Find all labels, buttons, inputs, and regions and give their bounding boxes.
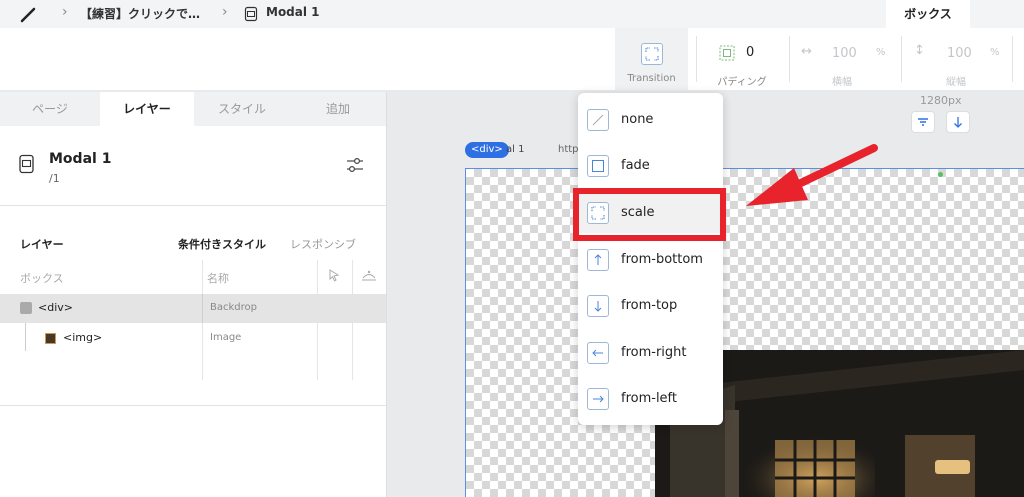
- transition-label: Transition: [627, 73, 676, 84]
- column-divider: [202, 294, 203, 323]
- height-arrows-icon: ↕: [914, 43, 925, 58]
- arrow-left-icon: [587, 342, 609, 364]
- arrow-down-icon: [587, 295, 609, 317]
- div-badge[interactable]: <div>: [465, 142, 509, 158]
- tab-box[interactable]: ボックス: [886, 0, 970, 28]
- modal-icon: [244, 6, 258, 22]
- tab-page[interactable]: ページ: [0, 92, 100, 126]
- layers-title: レイヤー: [20, 238, 64, 251]
- arrow-up-icon: [587, 249, 609, 271]
- chevron-right-icon: ›: [222, 4, 228, 20]
- toolbar-divider: [901, 36, 902, 82]
- component-path: /1: [49, 172, 60, 185]
- tab-style[interactable]: スタイル: [194, 92, 290, 126]
- option-fade[interactable]: fade: [621, 158, 650, 173]
- layer-name: Backdrop: [210, 302, 257, 313]
- column-box: ボックス: [20, 272, 64, 285]
- pen-icon[interactable]: [20, 7, 38, 23]
- tab-layer[interactable]: レイヤー: [100, 92, 194, 126]
- toolbar-divider: [1012, 36, 1013, 82]
- fade-icon: [587, 155, 609, 177]
- option-none[interactable]: none: [621, 112, 653, 127]
- none-icon: [587, 109, 609, 131]
- layer-name: Image: [210, 332, 242, 343]
- tab-add[interactable]: 追加: [290, 92, 386, 126]
- height-value[interactable]: 100: [947, 46, 972, 61]
- option-from-left[interactable]: from-left: [621, 391, 677, 406]
- scale-icon: [641, 43, 663, 65]
- option-from-top[interactable]: from-top: [621, 298, 677, 313]
- property-toolbar: [0, 28, 1024, 90]
- chevron-right-icon: ›: [62, 4, 68, 20]
- option-from-bottom[interactable]: from-bottom: [621, 252, 703, 267]
- toolbar-divider: [789, 36, 790, 82]
- breadcrumb-item-page[interactable]: 【練習】クリックで…: [80, 5, 200, 22]
- settings-sliders-icon[interactable]: [345, 156, 365, 174]
- align-icon: [918, 118, 928, 126]
- tree-line: [25, 323, 26, 351]
- width-value[interactable]: 100: [832, 46, 857, 61]
- arrow-right-icon: [587, 388, 609, 410]
- conditional-style-tab[interactable]: 条件付きスタイル: [178, 236, 266, 252]
- box-thumbnail-icon: [20, 302, 32, 314]
- component-name: Modal 1: [49, 151, 112, 167]
- width-arrows-icon: ↔: [801, 44, 812, 59]
- toolbar-divider: [696, 36, 697, 82]
- highlight-box: [573, 188, 726, 241]
- arrow-down-icon: [954, 117, 962, 128]
- canvas-element-label: al 1: [506, 144, 525, 155]
- selection-handle[interactable]: [938, 172, 943, 177]
- align-button[interactable]: [911, 111, 935, 133]
- width-label: 横幅: [832, 77, 852, 88]
- padding-value[interactable]: 0: [746, 45, 754, 60]
- modal-icon: [19, 154, 34, 174]
- height-unit[interactable]: %: [990, 47, 1000, 58]
- divider: [0, 405, 386, 406]
- layer-tag: <div>: [38, 301, 73, 314]
- option-from-right[interactable]: from-right: [621, 345, 687, 360]
- canvas-width-label: 1280px: [920, 94, 962, 107]
- column-name: 名称: [207, 272, 229, 285]
- divider: [0, 205, 386, 206]
- responsive-tab[interactable]: レスポンシブ: [290, 236, 356, 252]
- height-label: 縦幅: [946, 77, 966, 88]
- padding-label: パディング: [717, 77, 767, 88]
- arrow-down-button[interactable]: [946, 111, 970, 133]
- breadcrumb-item-modal[interactable]: Modal 1: [266, 5, 320, 19]
- layer-tag: <img>: [63, 331, 103, 344]
- visibility-icon: [362, 270, 376, 281]
- image-thumbnail-icon: [45, 333, 56, 344]
- padding-icon: [719, 45, 735, 61]
- annotation-arrow: [746, 144, 878, 206]
- width-unit[interactable]: %: [876, 47, 886, 58]
- cursor-pointer-icon: [329, 269, 340, 282]
